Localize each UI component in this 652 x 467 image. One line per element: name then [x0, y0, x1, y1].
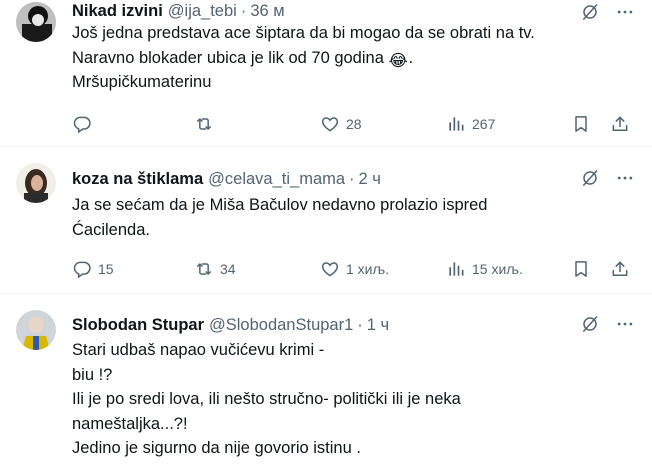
more-dots-icon[interactable] — [614, 2, 636, 22]
separator-dot: · — [240, 1, 247, 20]
laughing-emoji-icon: 😂 — [388, 51, 408, 70]
tweet-2[interactable]: koza na štiklama @celava_ti_mama · 2 ч J… — [0, 147, 652, 293]
reply-count: 15 — [98, 261, 114, 277]
tweet-line: biu !? — [72, 365, 113, 384]
like-button[interactable]: 1 хиљ. — [320, 258, 389, 280]
avatar[interactable] — [16, 2, 56, 42]
reply-button[interactable] — [72, 113, 98, 135]
tweet-3[interactable]: Slobodan Stupar @SlobodanStupar1 · 1 ч S… — [0, 294, 652, 467]
tweet-text: Još jedna predstava ace šiptara da bi mo… — [72, 21, 632, 95]
separator-dot: · — [357, 315, 363, 334]
like-count: 1 хиљ. — [346, 261, 390, 277]
share-button[interactable] — [610, 258, 630, 280]
tweet-line-text: Naravno blokader ubica je lik od 70 godi… — [72, 48, 384, 67]
heart-icon — [320, 259, 340, 279]
retweet-icon — [194, 259, 214, 279]
tweet-line: Ja se sećam da je Miša Bačulov nedavno p… — [72, 196, 488, 214]
tweet-line-trailing-text: . — [408, 48, 414, 67]
tweet-line: Stari udbaš napao vučićevu krimi - — [72, 341, 325, 359]
views-button[interactable]: 267 — [446, 113, 495, 135]
author-name[interactable]: Nikad izvini — [72, 2, 163, 21]
tweet-line: Ćacilenda. — [72, 220, 150, 239]
views-chart-icon — [446, 259, 466, 279]
like-button[interactable]: 28 — [320, 113, 362, 135]
timestamp[interactable]: 36 м — [250, 2, 284, 21]
action-bar: 28 267 — [72, 113, 638, 135]
tweet-line: Naravno blokader ubica je lik od 70 godi… — [72, 46, 632, 71]
author-name[interactable]: Slobodan Stupar — [72, 316, 204, 335]
retweet-count: 34 — [220, 261, 236, 277]
retweet-button[interactable]: 34 — [194, 258, 236, 280]
like-count: 28 — [346, 116, 362, 132]
share-icon — [610, 114, 630, 134]
tweet-line: Ili je po sredi lova, ili nešto stručno-… — [72, 390, 461, 408]
bookmark-icon — [571, 259, 591, 279]
avatar[interactable] — [16, 310, 56, 350]
author-handle[interactable]: @celava_ti_mama — [208, 170, 345, 189]
separator-dot: · — [349, 169, 355, 188]
bookmark-button[interactable] — [571, 258, 591, 280]
grok-slash-icon[interactable] — [580, 2, 600, 22]
more-dots-icon[interactable] — [614, 168, 636, 188]
action-bar: 15 34 1 хиљ. 15 хиљ. — [72, 258, 638, 280]
views-button[interactable]: 15 хиљ. — [446, 258, 523, 280]
views-chart-icon — [446, 114, 466, 134]
timestamp[interactable]: 2 ч — [359, 170, 381, 189]
grok-slash-icon[interactable] — [580, 314, 600, 334]
author-handle[interactable]: @ija_tebi — [168, 2, 237, 21]
tweet-1[interactable]: Nikad izvini @ija_tebi · 36 м Još jedna … — [0, 0, 652, 146]
reply-icon — [72, 114, 92, 134]
share-icon — [610, 259, 630, 279]
retweet-icon — [194, 114, 214, 134]
views-count: 15 хиљ. — [472, 261, 523, 277]
grok-slash-icon[interactable] — [580, 168, 600, 188]
bookmark-button[interactable] — [571, 113, 591, 135]
bookmark-icon — [571, 114, 591, 134]
tweet-line: Jedino je sigurno da nije govorio istinu… — [72, 439, 361, 457]
tweet-line: Još jedna predstava ace šiptara da bi mo… — [72, 24, 535, 42]
tweet-text: Stari udbaš napao vučićevu krimi - biu !… — [72, 338, 632, 461]
reply-icon — [72, 259, 92, 279]
more-dots-icon[interactable] — [614, 314, 636, 334]
tweet-line: Mršupičkumaterinu — [72, 73, 212, 91]
tweet-text: Ja se sećam da je Miša Bačulov nedavno p… — [72, 193, 632, 242]
retweet-button[interactable] — [194, 113, 220, 135]
reply-button[interactable]: 15 — [72, 258, 114, 280]
author-handle[interactable]: @SlobodanStupar1 — [209, 316, 353, 335]
avatar[interactable] — [16, 163, 56, 203]
tweet-line: nameštaljka...?! — [72, 414, 188, 433]
views-count: 267 — [472, 116, 496, 132]
share-button[interactable] — [610, 113, 630, 135]
timestamp[interactable]: 1 ч — [367, 316, 389, 335]
author-name[interactable]: koza na štiklama — [72, 170, 203, 189]
heart-icon — [320, 114, 340, 134]
